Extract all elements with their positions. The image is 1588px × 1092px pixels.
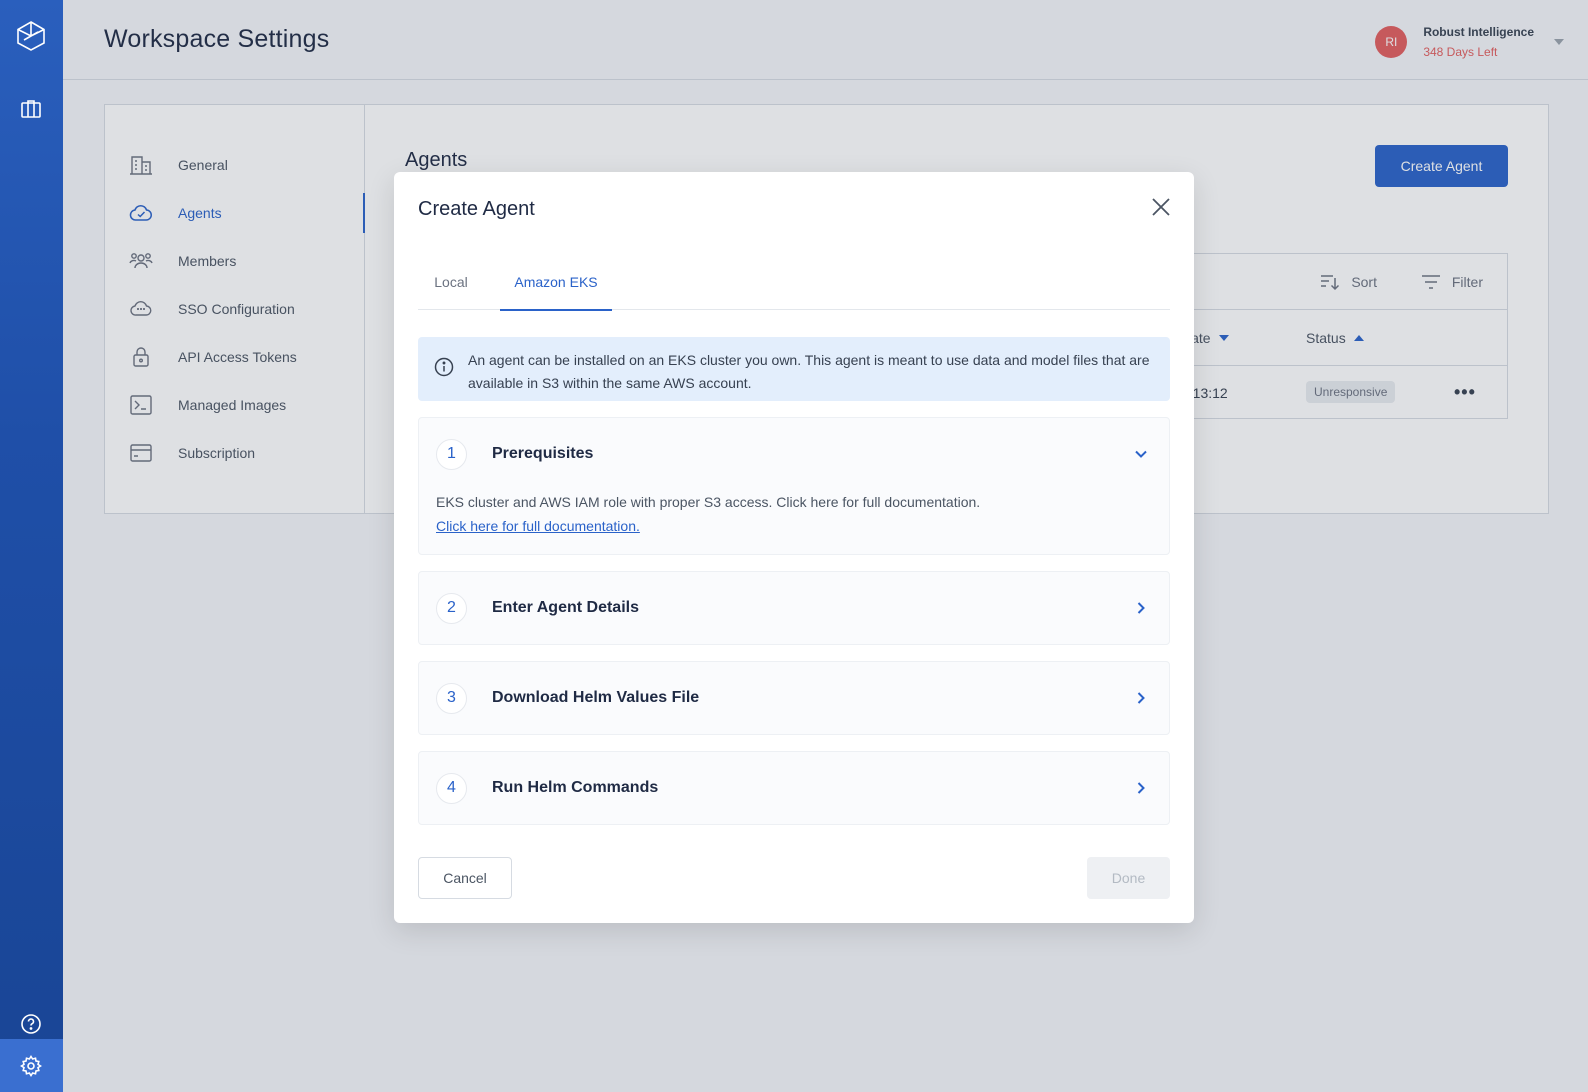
app-rail [0,0,63,1092]
close-icon[interactable] [1150,196,1172,218]
cancel-button[interactable]: Cancel [418,857,512,899]
chevron-right-icon[interactable] [1133,780,1149,796]
step-number: 4 [436,772,467,804]
briefcase-icon[interactable] [20,98,42,120]
step-header[interactable]: 1 Prerequisites [419,418,1169,490]
prereq-text: EKS cluster and AWS IAM role with proper… [436,494,981,510]
documentation-link[interactable]: Click here for full documentation. [436,518,640,534]
step-number: 3 [436,682,467,714]
tab-amazon-eks[interactable]: Amazon EKS [500,254,612,311]
info-icon [434,357,454,377]
step-header[interactable]: 3 Download Helm Values File [419,662,1169,734]
step-number: 2 [436,592,467,624]
step-header[interactable]: 4 Run Helm Commands [419,752,1169,824]
step-number: 1 [436,438,467,470]
chevron-down-icon[interactable] [1133,446,1149,462]
step-title: Download Helm Values File [492,689,700,706]
settings-nav[interactable] [0,1039,63,1092]
step-title: Enter Agent Details [492,599,639,616]
tab-local[interactable]: Local [418,254,484,310]
create-agent-modal: Create Agent Local Amazon EKS An agent c… [394,172,1194,923]
step-run-helm[interactable]: 4 Run Helm Commands [418,751,1170,825]
step-agent-details[interactable]: 2 Enter Agent Details [418,571,1170,645]
step-download-helm[interactable]: 3 Download Helm Values File [418,661,1170,735]
step-title: Run Helm Commands [492,779,659,796]
step-header[interactable]: 2 Enter Agent Details [419,572,1169,644]
step-prerequisites: 1 Prerequisites EKS cluster and AWS IAM … [418,417,1170,555]
modal-tabs: Local Amazon EKS [418,254,1170,311]
help-icon[interactable] [20,1013,42,1035]
logo-icon[interactable] [16,20,46,52]
done-button[interactable]: Done [1087,857,1170,899]
chevron-right-icon[interactable] [1133,690,1149,706]
step-title: Prerequisites [492,445,594,462]
info-text: An agent can be installed on an EKS clus… [468,352,1150,391]
info-banner: An agent can be installed on an EKS clus… [418,337,1170,401]
modal-title: Create Agent [418,198,535,220]
step-body: EKS cluster and AWS IAM role with proper… [419,490,1169,538]
gear-icon [20,1055,42,1077]
chevron-right-icon[interactable] [1133,600,1149,616]
